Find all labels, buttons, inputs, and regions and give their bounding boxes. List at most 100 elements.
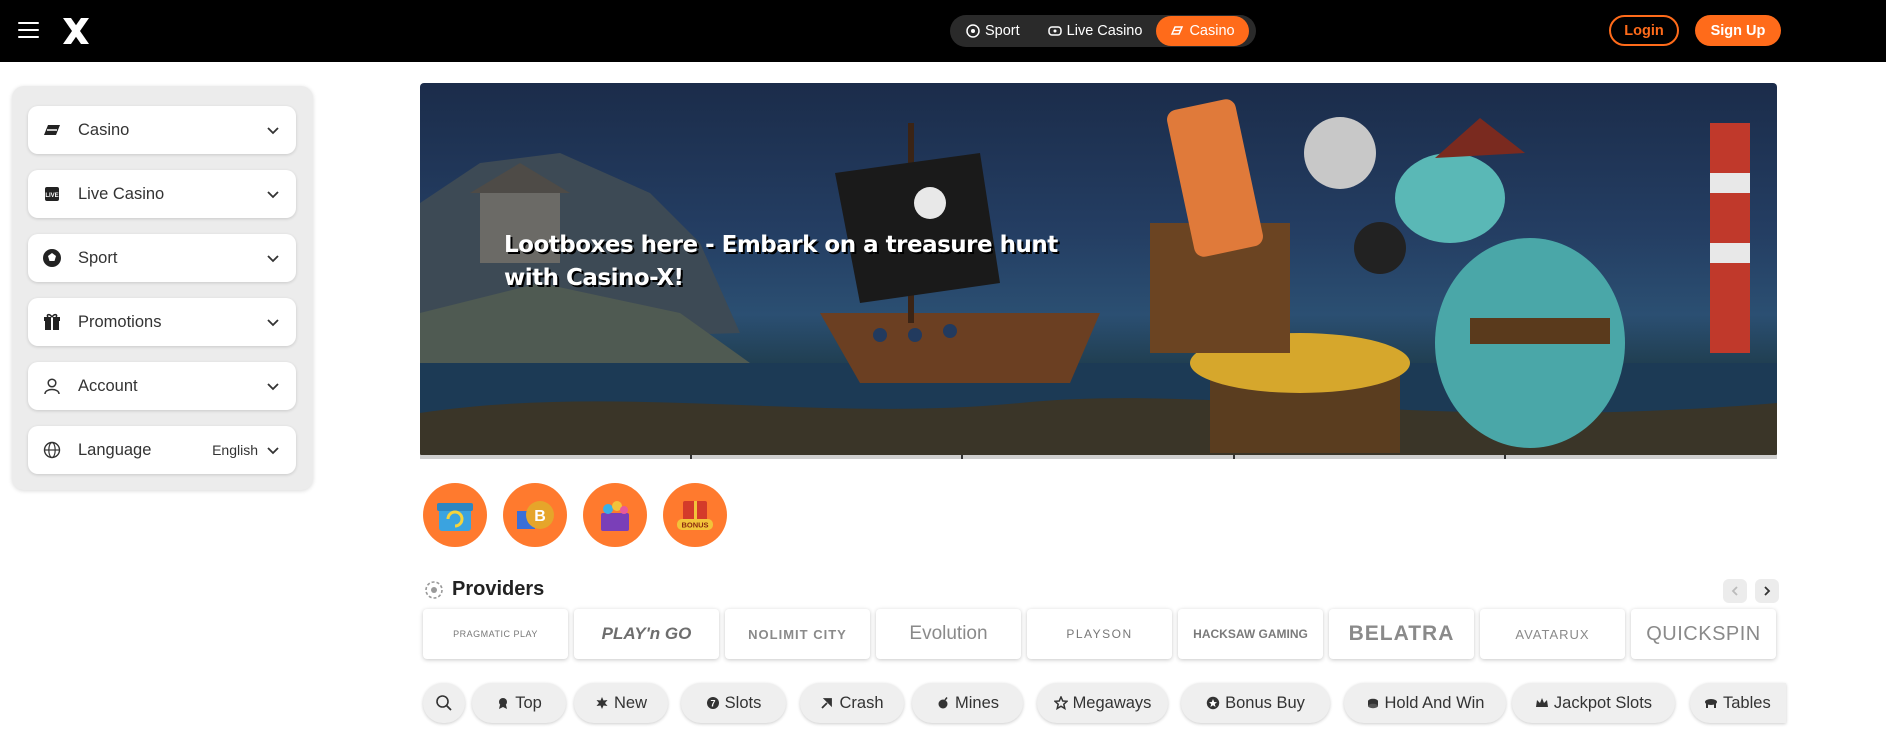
provider-name: AVATARUX — [1515, 626, 1590, 642]
sidebar-item-label: Language — [78, 440, 152, 459]
providers-next-button[interactable] — [1755, 579, 1779, 603]
svg-text:B: B — [534, 508, 546, 525]
promo-circle[interactable]: B — [503, 483, 567, 547]
category-crash[interactable]: Crash — [800, 683, 904, 723]
slots-icon: 7 — [706, 697, 719, 709]
promo-circle[interactable]: BONUS — [663, 483, 727, 547]
sidebar-item-label: Account — [78, 376, 138, 395]
bitcoin-gift-icon: B — [517, 501, 554, 529]
sidebar-item-label: Casino — [78, 120, 130, 139]
category-bonus-buy[interactable]: Bonus Buy — [1181, 683, 1330, 723]
providers-icon — [425, 580, 443, 599]
provider-card[interactable]: PLAYSON — [1027, 609, 1172, 659]
tables-icon — [1705, 699, 1717, 708]
category-label: Bonus Buy — [1225, 693, 1305, 712]
casino-icon — [1171, 26, 1184, 35]
globe-icon — [42, 440, 62, 460]
sidebar-item-language[interactable]: Language English — [28, 426, 296, 474]
category-label: Jackpot Slots — [1553, 693, 1653, 712]
chevron-down-icon — [267, 255, 279, 263]
provider-name: PLAY'n GO — [601, 624, 692, 643]
tab-label: Casino — [1189, 23, 1235, 39]
search-button[interactable] — [423, 683, 465, 723]
casino-icon — [42, 120, 62, 140]
crown-icon — [1535, 698, 1548, 707]
sidebar-item-live-casino[interactable]: LIVE Live Casino — [28, 170, 296, 218]
sidebar-item-sport[interactable]: Sport — [28, 234, 296, 282]
hero-banner[interactable]: Lootboxes here - Embark on a treasure hu… — [420, 83, 1777, 457]
mines-icon — [938, 697, 948, 709]
x-logo-icon[interactable] — [60, 15, 92, 47]
banner-text: Lootboxes here - Embark on a treasure hu… — [504, 232, 1058, 291]
chevron-down-icon — [267, 191, 279, 199]
chevron-left-icon — [1731, 586, 1738, 596]
category-label: Hold And Win — [1384, 693, 1485, 712]
sidebar-item-promotions[interactable]: Promotions — [28, 298, 296, 346]
promo-circle[interactable] — [423, 483, 487, 547]
tab-live-casino[interactable]: Live Casino — [1034, 16, 1157, 46]
svg-text:LIVE: LIVE — [45, 193, 58, 199]
banner-progress — [420, 455, 1777, 459]
category-top[interactable]: Top — [472, 683, 566, 723]
soccer-ball-icon — [42, 248, 62, 268]
category-label: Top — [515, 693, 542, 712]
sidebar-item-casino[interactable]: Casino — [28, 106, 296, 154]
megaways-icon — [1053, 696, 1068, 710]
hold-and-win-icon — [1367, 698, 1378, 709]
chevron-down-icon — [267, 127, 279, 135]
provider-name: Evolution — [909, 623, 988, 644]
providers-header: Providers — [424, 578, 544, 601]
chevron-down-icon — [267, 447, 279, 455]
provider-name: PRAGMATIC PLAY — [453, 629, 538, 639]
signup-button[interactable]: Sign Up — [1695, 15, 1781, 46]
category-hold-and-win[interactable]: Hold And Win — [1344, 683, 1506, 723]
provider-card[interactable]: NOLIMIT CITY — [725, 609, 870, 659]
new-icon — [596, 697, 608, 709]
tab-sport[interactable]: Sport — [952, 16, 1034, 46]
gift-refresh-icon — [437, 503, 473, 531]
providers-title: Providers — [452, 578, 545, 600]
top-bar: Sport Live Casino Casino Login Sign Up — [0, 0, 1886, 62]
provider-card[interactable]: AVATARUX — [1480, 609, 1625, 659]
provider-card[interactable]: PRAGMATIC PLAY — [423, 609, 568, 659]
chevron-down-icon — [267, 383, 279, 391]
provider-card[interactable]: BELATRA — [1329, 609, 1474, 659]
tab-label: Live Casino — [1066, 23, 1143, 39]
category-megaways[interactable]: Megaways — [1037, 683, 1168, 723]
category-mines[interactable]: Mines — [912, 683, 1023, 723]
providers-prev-button[interactable] — [1723, 579, 1747, 603]
provider-card[interactable]: PLAY'n GO — [574, 609, 719, 659]
language-value: English — [212, 442, 258, 458]
provider-name: HACKSAW GAMING — [1193, 627, 1308, 641]
sidebar-item-label: Sport — [78, 248, 118, 267]
category-label: New — [613, 693, 647, 712]
category-label: Mines — [954, 693, 999, 712]
tab-casino[interactable]: Casino — [1156, 16, 1249, 46]
sidebar-item-account[interactable]: Account — [28, 362, 296, 410]
user-icon — [42, 376, 62, 396]
crash-icon — [821, 698, 833, 709]
category-label: Tables — [1723, 693, 1771, 712]
bonus-badge-icon: BONUS — [677, 501, 713, 530]
category-label: Megaways — [1072, 693, 1152, 712]
category-tables[interactable]: Tables — [1690, 683, 1786, 723]
category-slots[interactable]: 7 Slots — [681, 683, 786, 723]
login-button[interactable]: Login — [1609, 15, 1679, 46]
sidebar-item-label: Promotions — [78, 312, 162, 331]
provider-name: PLAYSON — [1066, 627, 1133, 641]
promo-circle[interactable] — [583, 483, 647, 547]
provider-card[interactable]: QUICKSPIN — [1631, 609, 1776, 659]
category-new[interactable]: New — [574, 683, 668, 723]
sidebar-item-label: Live Casino — [78, 184, 165, 203]
provider-card[interactable]: Evolution — [876, 609, 1021, 659]
category-label: Crash — [839, 693, 884, 712]
bonus-buy-icon — [1206, 696, 1220, 710]
live-casino-icon: LIVE — [42, 184, 62, 204]
category-label: Slots — [724, 693, 762, 712]
live-casino-icon — [1047, 26, 1062, 36]
top-icon — [499, 698, 508, 709]
provider-card[interactable]: HACKSAW GAMING — [1178, 609, 1323, 659]
category-jackpot-slots[interactable]: Jackpot Slots — [1512, 683, 1675, 723]
hamburger-icon[interactable] — [18, 22, 39, 38]
tab-label: Sport — [985, 23, 1020, 39]
